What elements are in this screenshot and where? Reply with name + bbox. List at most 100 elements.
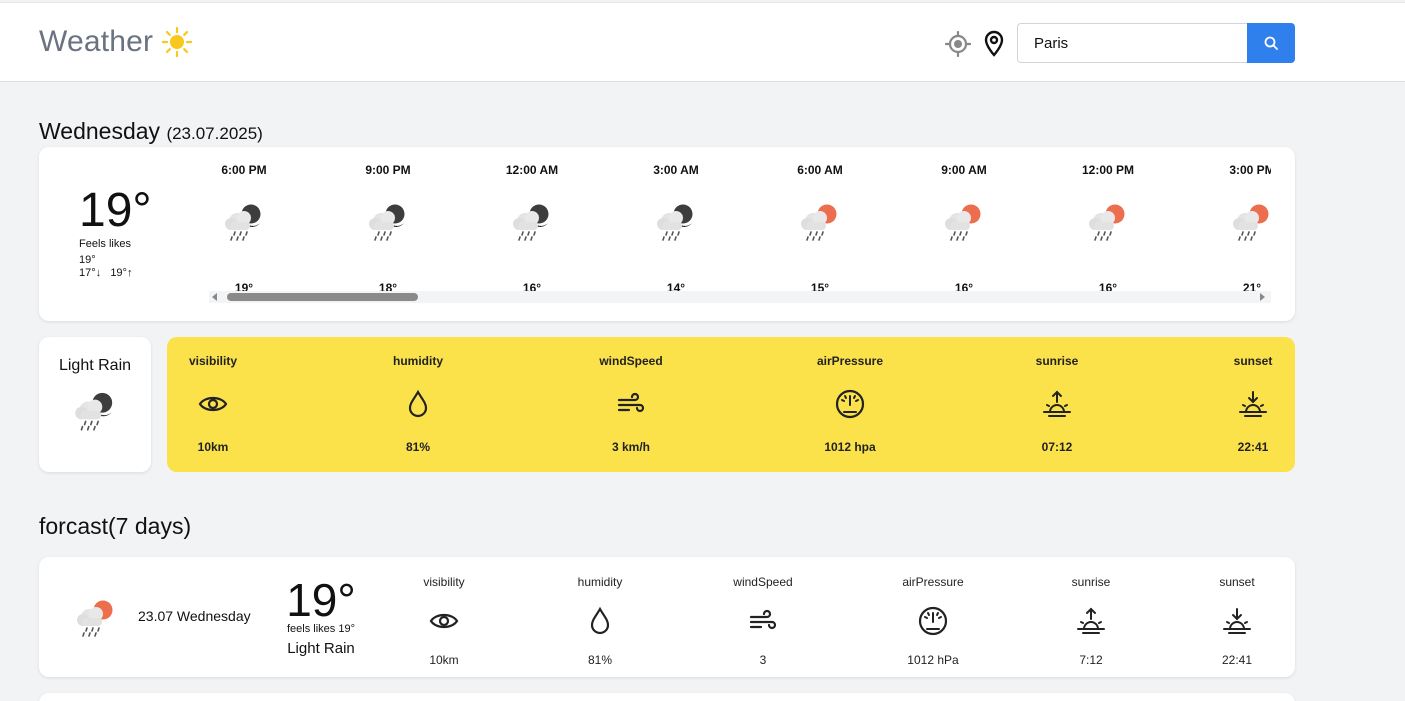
hour-item: 3:00 PM 21°: [1202, 163, 1271, 295]
search-icon: [1264, 36, 1278, 50]
highlight-value: 81%: [405, 440, 431, 454]
highlight-value: 10km: [197, 440, 229, 454]
day-rain-icon: [796, 197, 844, 245]
search-button[interactable]: [1247, 23, 1295, 63]
forecast-stat-label: sunset: [1219, 575, 1255, 589]
sun-icon: [162, 26, 193, 58]
highlight-value: 07:12: [1041, 440, 1073, 454]
gauge-icon: [834, 388, 866, 420]
highlight-label: airPressure: [816, 354, 884, 368]
min-temp: 17°↓: [79, 267, 102, 279]
highlight-sunset: sunset 22:41: [1198, 354, 1308, 454]
hour-item: 6:00 AM 15°: [770, 163, 870, 295]
highlight-label: visibility: [188, 354, 238, 368]
forecast-day-row-next[interactable]: [39, 693, 1295, 701]
forecast-date: 23.07 Wednesday: [138, 608, 251, 624]
forecast-stat-label: airPressure: [902, 575, 964, 589]
night-rain-icon: [220, 197, 268, 245]
forecast-sunset: sunset 22:41: [1182, 575, 1292, 667]
droplet-icon: [584, 605, 616, 637]
forecast-stat-value: 22:41: [1221, 653, 1253, 667]
forecast-stat-value: 81%: [587, 653, 613, 667]
forecast-air-pressure: airPressure 1012 hPa: [878, 575, 988, 667]
forecast-stat-label: sunrise: [1071, 575, 1111, 589]
droplet-icon: [402, 388, 434, 420]
scroll-left-arrow-icon[interactable]: [212, 293, 217, 301]
search-input[interactable]: [1017, 23, 1249, 63]
horizontal-scrollbar[interactable]: [209, 291, 1271, 303]
forecast-wind-speed: windSpeed 3: [708, 575, 818, 667]
forecast-heading: forcast(7 days): [39, 513, 192, 539]
forecast-stat-value: 3: [759, 653, 767, 667]
hour-item: 3:00 AM 14°: [626, 163, 726, 295]
forecast-temp: 19°: [286, 574, 356, 626]
app-header: Weather: [0, 2, 1405, 82]
hour-time: 3:00 PM: [1229, 163, 1271, 177]
highlight-visibility: visibility 10km: [158, 354, 268, 454]
min-max: 17°↓ 19°↑: [79, 267, 132, 279]
wind-icon: [615, 388, 647, 420]
forecast-condition: Light Rain: [287, 640, 355, 657]
wind-icon: [747, 605, 779, 637]
forecast-sunrise: sunrise 7:12: [1036, 575, 1146, 667]
scroll-thumb[interactable]: [227, 293, 418, 301]
highlight-humidity: humidity 81%: [363, 354, 473, 454]
feels-like-label: Feels likes: [79, 238, 131, 250]
hour-item: 12:00 AM 16°: [482, 163, 582, 295]
day-rain-icon: [940, 197, 988, 245]
scroll-right-arrow-icon[interactable]: [1260, 293, 1265, 301]
forecast-stat-value: 10km: [429, 653, 459, 667]
forecast-humidity: humidity 81%: [545, 575, 655, 667]
hour-item: 6:00 PM 19°: [209, 163, 294, 295]
hour-item: 9:00 AM 16°: [914, 163, 1014, 295]
hour-time: 6:00 PM: [221, 163, 267, 177]
highlight-air-pressure: airPressure 1012 hpa: [795, 354, 905, 454]
highlight-value: 22:41: [1237, 440, 1269, 454]
forecast-visibility: visibility 10km: [389, 575, 499, 667]
map-pin-icon[interactable]: [982, 30, 1006, 58]
highlight-label: sunset: [1233, 354, 1273, 368]
night-rain-icon: [652, 197, 700, 245]
highlight-value: 3 km/h: [611, 440, 650, 454]
forecast-day-row[interactable]: 23.07 Wednesday 19° feels likes 19° Ligh…: [39, 557, 1295, 677]
night-rain-icon: [508, 197, 556, 245]
forecast-feels-like: feels likes 19°: [287, 623, 355, 635]
feels-like-value: 19°: [79, 254, 96, 266]
night-rain-icon: [364, 197, 412, 245]
highlight-value: 1012 hpa: [824, 440, 876, 454]
day-rain-icon: [1228, 197, 1271, 245]
hour-time: 12:00 AM: [505, 163, 559, 177]
highlight-label: humidity: [393, 354, 443, 368]
brand: Weather: [39, 25, 193, 59]
sunset-icon: [1237, 388, 1269, 420]
forecast-stat-label: humidity: [577, 575, 623, 589]
highlight-label: windSpeed: [599, 354, 663, 368]
highlight-label: sunrise: [1035, 354, 1079, 368]
condition-card: Light Rain: [39, 337, 151, 472]
max-temp: 19°↑: [110, 267, 133, 279]
condition-label: Light Rain: [58, 357, 132, 374]
highlight-sunrise: sunrise 07:12: [1002, 354, 1112, 454]
hour-time: 9:00 AM: [941, 163, 987, 177]
hour-item: 9:00 PM 18°: [338, 163, 438, 295]
forecast-stat-value: 1012 hPa: [907, 653, 959, 667]
crosshair-icon[interactable]: [945, 31, 971, 57]
hourly-card: 19° Feels likes 19° 17°↓ 19°↑ 6:00 PM 19…: [39, 147, 1295, 321]
forecast-stat-label: visibility: [423, 575, 465, 589]
hour-time: 6:00 AM: [797, 163, 843, 177]
hour-item: 12:00 PM 16°: [1058, 163, 1158, 295]
hourly-strip[interactable]: 6:00 PM 19° 9:00 PM 18° 12:00 AM 16° 3:0…: [209, 147, 1271, 297]
hour-time: 3:00 AM: [653, 163, 699, 177]
gauge-icon: [917, 605, 949, 637]
day-rain-icon: [72, 593, 120, 641]
eye-icon: [428, 605, 460, 637]
app-title: Weather: [39, 25, 154, 58]
feels-like: Feels likes 19°: [79, 236, 149, 268]
highlights-card: visibility 10km humidity 81% windSpeed 3…: [167, 337, 1295, 472]
forecast-stat-value: 7:12: [1079, 653, 1103, 667]
current-temp: 19°: [79, 184, 152, 237]
sunset-icon: [1221, 605, 1253, 637]
day-name: Wednesday: [39, 118, 161, 144]
day-rain-icon: [1084, 197, 1132, 245]
highlight-wind-speed: windSpeed 3 km/h: [576, 354, 686, 454]
